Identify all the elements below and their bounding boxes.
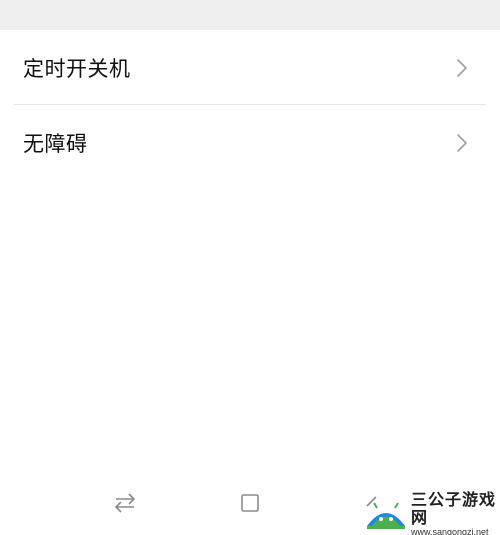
- settings-screen: 定时开关机 无障碍 三公子游戏网 www.sangongzi.net: [0, 0, 500, 535]
- watermark-url: www.sangongzi.net: [411, 526, 489, 535]
- home-button[interactable]: [235, 488, 265, 518]
- watermark-title: 三公子游戏网: [411, 489, 497, 527]
- android-logo-icon: [367, 502, 405, 529]
- settings-item-accessibility[interactable]: 无障碍: [0, 105, 500, 180]
- square-home-icon: [241, 494, 259, 512]
- watermark-text: 三公子游戏网 www.sangongzi.net: [411, 489, 500, 535]
- chevron-right-icon: [457, 58, 467, 77]
- settings-list: 定时开关机 无障碍: [0, 30, 500, 180]
- settings-item-scheduled-power[interactable]: 定时开关机: [0, 30, 500, 105]
- header-band: [0, 0, 500, 30]
- site-watermark: 三公子游戏网 www.sangongzi.net: [365, 489, 500, 535]
- recent-apps-button[interactable]: [110, 488, 140, 518]
- chevron-right-icon: [457, 133, 467, 152]
- settings-item-label: 定时开关机: [23, 56, 131, 81]
- settings-item-label: 无障碍: [23, 131, 88, 156]
- switch-arrows-icon: [114, 493, 136, 513]
